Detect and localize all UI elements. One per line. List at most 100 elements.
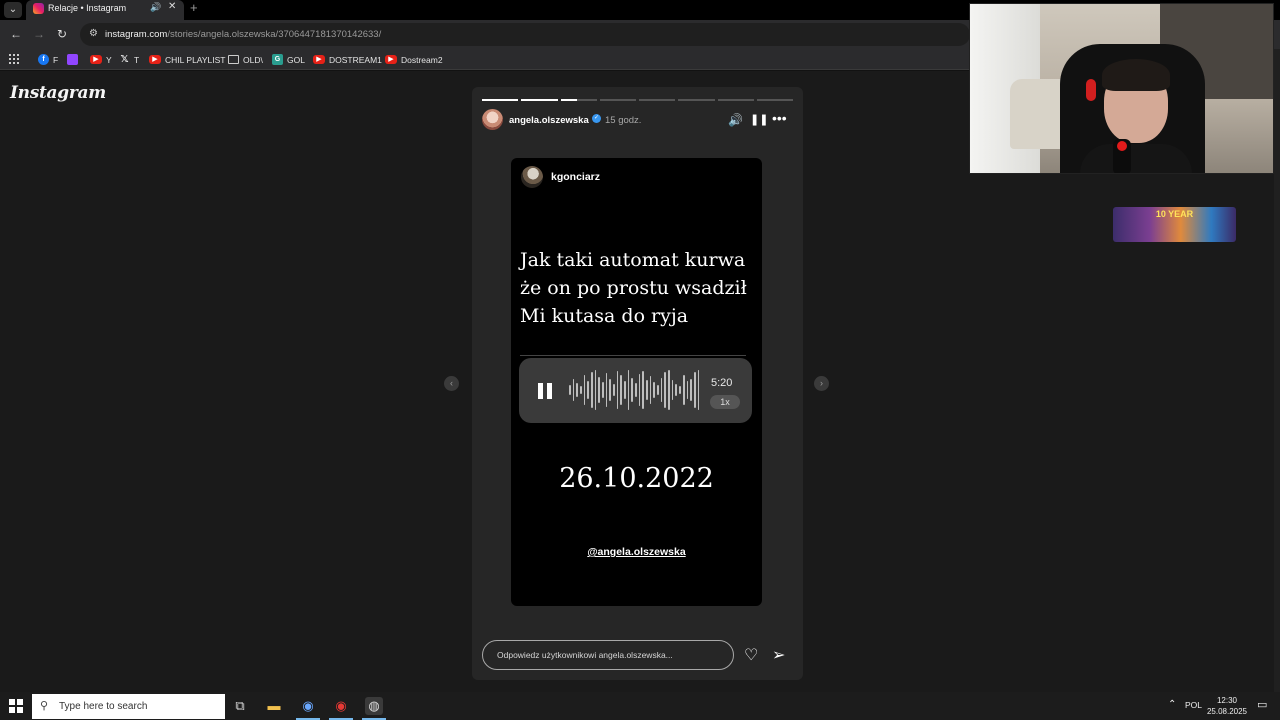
webcam-hair xyxy=(1102,59,1170,91)
x-icon: 𝕏 xyxy=(120,54,129,65)
waveform-bar xyxy=(620,375,623,405)
apps-grid-icon[interactable] xyxy=(9,54,19,64)
youtube-icon: ▶ xyxy=(385,55,397,64)
address-bar[interactable]: ⚙ instagram.com/stories/angela.olszewska… xyxy=(80,23,970,46)
bookmark-dostream2[interactable]: ▶ Dostream2 xyxy=(385,53,443,66)
url-text: instagram.com/stories/angela.olszewska/3… xyxy=(105,29,381,40)
webcam-overlay xyxy=(969,3,1274,174)
obs-icon[interactable]: ◍ xyxy=(365,697,383,715)
windows-start-icon[interactable] xyxy=(9,699,23,713)
browser-opera-icon[interactable]: ◉ xyxy=(299,697,317,715)
waveform-bar xyxy=(649,376,652,404)
bookmark-label: GOL xyxy=(287,54,305,65)
previous-story-button[interactable]: ‹ xyxy=(444,376,459,391)
bookmark-twitch[interactable] xyxy=(67,53,78,66)
forward-arrow-icon[interactable]: → xyxy=(33,27,45,41)
bookmark-label: DOSTREAM1 xyxy=(329,54,382,65)
story-username[interactable]: angela.olszewska xyxy=(509,115,589,126)
back-arrow-icon[interactable]: ← xyxy=(10,27,22,41)
chevron-up-icon[interactable]: ⌃ xyxy=(1168,699,1176,710)
bookmark-label: Y xyxy=(106,54,112,65)
clock-date: 25.08.2025 xyxy=(1206,707,1248,716)
chrome-icon[interactable]: ◉ xyxy=(332,697,350,715)
story-time: 15 godz. xyxy=(605,115,642,126)
taskbar-search[interactable]: ⚲ Type here to search xyxy=(32,694,225,719)
bookmark-label: T xyxy=(134,54,140,65)
waveform-bar xyxy=(627,370,630,410)
waveform-bar xyxy=(576,383,579,397)
voice-message: 5:20 1x xyxy=(519,358,752,423)
site-info-icon[interactable]: ⚙ xyxy=(89,28,98,39)
taskbar: ⚲ Type here to search ⧉ ▬ ◉ ◉ ◍ ⌃ POL 12… xyxy=(0,692,1280,720)
banner-text: 10 YEAR xyxy=(1155,209,1194,219)
voice-speed-button[interactable]: 1x xyxy=(710,395,740,409)
waveform-bar xyxy=(671,380,674,400)
pause-icon[interactable]: ❚❚ xyxy=(750,113,768,126)
bookmark-dostream1[interactable]: ▶ DOSTREAM1 xyxy=(313,53,382,66)
new-tab-button[interactable]: + xyxy=(190,0,198,15)
send-icon[interactable]: ➢ xyxy=(772,645,785,665)
story-text: Jak taki automat kurwa że on po prostu w… xyxy=(520,249,747,327)
bookmark-y[interactable]: ▶ Y xyxy=(90,53,112,66)
search-placeholder: Type here to search xyxy=(59,701,148,712)
bookmark-label: CHIL PLAYLIST xyxy=(165,54,226,65)
progress-segment xyxy=(639,99,676,101)
bookmark-label: OLD\ xyxy=(243,54,263,65)
facebook-icon: f xyxy=(38,54,49,65)
more-options-icon[interactable]: ••• xyxy=(772,110,787,126)
progress-segment xyxy=(678,99,715,101)
avatar[interactable] xyxy=(482,109,503,130)
bookmark-f[interactable]: fF xyxy=(38,53,58,66)
story-header: angela.olszewska ✓ 15 godz. 🔊 ❚❚ ••• xyxy=(482,109,793,133)
waveform-bar xyxy=(594,370,597,410)
waveform-bar xyxy=(693,372,696,408)
speaker-icon[interactable]: 🔊 xyxy=(150,2,161,13)
taskbar-clock[interactable]: 12:30 25.08.2025 xyxy=(1205,695,1249,717)
voice-pause-icon[interactable] xyxy=(538,383,553,399)
instagram-icon xyxy=(33,3,44,14)
bookmark-t[interactable]: 𝕏T xyxy=(119,53,139,66)
task-view-icon[interactable]: ⧉ xyxy=(231,697,249,715)
waveform xyxy=(569,369,700,411)
waveform-bar xyxy=(591,372,593,408)
webcam-body xyxy=(1080,144,1192,173)
folder-icon xyxy=(228,55,239,64)
verified-badge-icon: ✓ xyxy=(592,114,601,123)
volume-icon[interactable]: 🔊 xyxy=(728,113,743,127)
heart-icon[interactable]: ♡ xyxy=(744,645,758,665)
waveform-bar xyxy=(580,386,582,394)
language-indicator[interactable]: POL xyxy=(1185,700,1202,710)
reply-input[interactable]: Odpowiedz użytkownikowi angela.olszewska… xyxy=(482,640,734,670)
waveform-bar xyxy=(690,379,692,401)
progress-segment xyxy=(560,99,597,101)
notifications-icon[interactable]: ▭ xyxy=(1257,698,1267,711)
bookmark-gol[interactable]: G GOL xyxy=(272,53,305,66)
file-explorer-icon[interactable]: ▬ xyxy=(265,697,283,715)
waveform-bar xyxy=(631,378,634,402)
scrollbar[interactable] xyxy=(1274,49,1280,692)
twitch-icon xyxy=(67,54,78,65)
waveform-bar xyxy=(583,375,586,405)
reload-icon[interactable]: ↻ xyxy=(57,27,67,41)
story-mention[interactable]: @angela.olszewska xyxy=(511,546,762,558)
story-date: 26.10.2022 xyxy=(559,463,714,494)
waveform-bar xyxy=(616,371,619,409)
tab-instagram[interactable]: Relacje • Instagram 🔊 ✕ xyxy=(26,0,184,20)
url-host: instagram.com xyxy=(105,29,168,40)
waveform-bar xyxy=(598,377,601,403)
story-card[interactable]: kgonciarz Jak taki automat kurwa że on p… xyxy=(511,158,762,606)
youtube-icon: ▶ xyxy=(90,55,102,64)
reply-placeholder: Odpowiedz użytkownikowi angela.olszewska… xyxy=(497,650,673,660)
avatar xyxy=(521,166,543,188)
voice-duration: 5:20 xyxy=(711,377,733,389)
tab-close-button[interactable]: ✕ xyxy=(168,1,176,12)
instagram-logo[interactable]: Instagram xyxy=(10,83,106,103)
stream-banner: 10 YEAR xyxy=(1113,207,1236,242)
waveform-bar xyxy=(587,381,590,399)
next-story-button[interactable]: › xyxy=(814,376,829,391)
bookmark-old[interactable]: OLD\ xyxy=(228,53,263,66)
tab-title: Relacje • Instagram xyxy=(48,3,127,13)
bookmark-chil-playlist[interactable]: ▶ CHIL PLAYLIST xyxy=(149,53,225,66)
tab-search-button[interactable]: ⌄ xyxy=(4,2,22,18)
url-path: /stories/angela.olszewska/37064471813701… xyxy=(167,29,382,40)
